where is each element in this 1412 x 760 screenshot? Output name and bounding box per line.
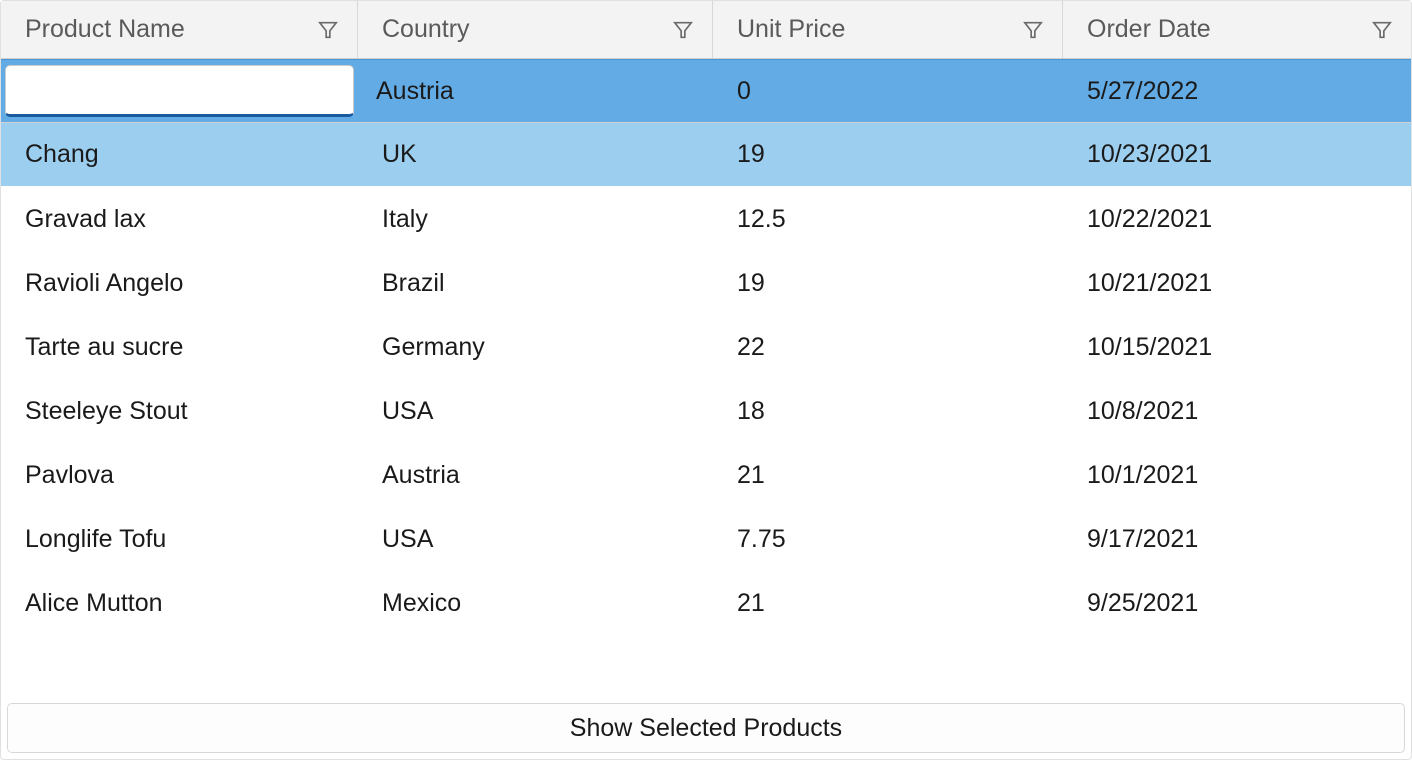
column-header-order-date[interactable]: Order Date (1063, 1, 1411, 58)
column-header-unit-price[interactable]: Unit Price (713, 1, 1063, 58)
column-header-label: Product Name (25, 15, 185, 44)
cell-country[interactable]: Italy (358, 187, 713, 251)
cell-unit-price[interactable]: 12.5 (713, 187, 1063, 251)
table-row[interactable]: PavlovaAustria2110/1/2021 (1, 443, 1411, 507)
cell-unit-price[interactable]: 19 (713, 251, 1063, 315)
cell-order-date[interactable]: 10/8/2021 (1063, 379, 1411, 443)
cell-order-date[interactable]: 10/22/2021 (1063, 187, 1411, 251)
cell-product-name[interactable]: Gravad lax (1, 187, 358, 251)
table-row[interactable]: Ravioli AngeloBrazil1910/21/2021 (1, 251, 1411, 315)
table-row[interactable]: Alice MuttonMexico219/25/2021 (1, 571, 1411, 635)
cell-country[interactable]: UK (358, 123, 713, 186)
table-row[interactable]: Gravad laxItaly12.510/22/2021 (1, 187, 1411, 251)
table-row[interactable]: ChangUK1910/23/2021 (1, 123, 1411, 187)
grid-footer: Show Selected Products (1, 697, 1411, 759)
column-header-row: Product Name Country Unit Price Order Da… (1, 1, 1411, 59)
cell-country[interactable]: Austria (358, 60, 713, 122)
table-row[interactable]: Tarte au sucreGermany2210/15/2021 (1, 315, 1411, 379)
data-grid: Product Name Country Unit Price Order Da… (0, 0, 1412, 760)
cell-order-date[interactable]: 10/1/2021 (1063, 443, 1411, 507)
cell-unit-price[interactable]: 7.75 (713, 507, 1063, 571)
cell-order-date[interactable]: 5/27/2022 (1063, 60, 1411, 122)
cell-product-name[interactable]: Pavlova (1, 443, 358, 507)
filter-icon[interactable] (1022, 19, 1044, 41)
cell-product-name[interactable]: Ravioli Angelo (1, 251, 358, 315)
table-row[interactable]: Steeleye StoutUSA1810/8/2021 (1, 379, 1411, 443)
column-header-label: Order Date (1087, 15, 1211, 44)
cell-country[interactable]: Brazil (358, 251, 713, 315)
filter-icon[interactable] (1371, 19, 1393, 41)
cell-unit-price[interactable]: 18 (713, 379, 1063, 443)
column-header-label: Unit Price (737, 15, 845, 44)
cell-unit-price[interactable]: 19 (713, 123, 1063, 186)
cell-product-name[interactable]: Alice Mutton (1, 571, 358, 635)
cell-country[interactable]: Germany (358, 315, 713, 379)
table-row[interactable]: Longlife TofuUSA7.759/17/2021 (1, 507, 1411, 571)
show-selected-products-button[interactable]: Show Selected Products (7, 703, 1405, 753)
table-row[interactable]: Austria05/27/2022 (1, 59, 1411, 123)
cell-unit-price[interactable]: 21 (713, 443, 1063, 507)
column-header-product-name[interactable]: Product Name (1, 1, 358, 58)
cell-product-name[interactable]: Chang (1, 123, 358, 186)
grid-body[interactable]: Austria05/27/2022ChangUK1910/23/2021Grav… (1, 59, 1411, 697)
cell-order-date[interactable]: 10/15/2021 (1063, 315, 1411, 379)
cell-order-date[interactable]: 10/23/2021 (1063, 123, 1411, 186)
cell-unit-price[interactable]: 0 (713, 60, 1063, 122)
column-header-country[interactable]: Country (358, 1, 713, 58)
cell-order-date[interactable]: 9/17/2021 (1063, 507, 1411, 571)
cell-country[interactable]: Mexico (358, 571, 713, 635)
cell-country[interactable]: Austria (358, 443, 713, 507)
cell-country[interactable]: USA (358, 379, 713, 443)
cell-product-name-editing (1, 60, 358, 122)
cell-product-name[interactable]: Longlife Tofu (1, 507, 358, 571)
cell-unit-price[interactable]: 21 (713, 571, 1063, 635)
filter-icon[interactable] (317, 19, 339, 41)
cell-product-name[interactable]: Tarte au sucre (1, 315, 358, 379)
column-header-label: Country (382, 15, 470, 44)
cell-product-name[interactable]: Steeleye Stout (1, 379, 358, 443)
cell-order-date[interactable]: 10/21/2021 (1063, 251, 1411, 315)
cell-order-date[interactable]: 9/25/2021 (1063, 571, 1411, 635)
cell-unit-price[interactable]: 22 (713, 315, 1063, 379)
filter-icon[interactable] (672, 19, 694, 41)
cell-country[interactable]: USA (358, 507, 713, 571)
product-name-input[interactable] (5, 65, 354, 117)
